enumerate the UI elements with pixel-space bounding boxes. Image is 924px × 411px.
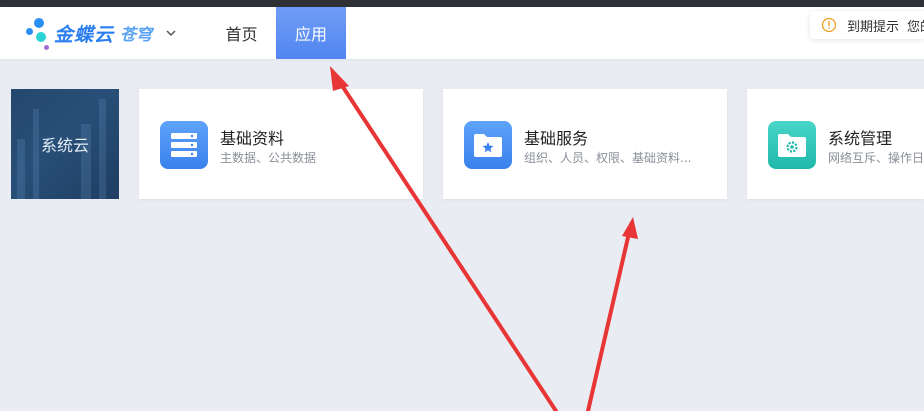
chevron-down-icon[interactable] — [164, 26, 178, 40]
folder-star-icon — [464, 121, 512, 169]
window-top-bar — [0, 0, 924, 7]
info-circle-icon — [821, 17, 837, 33]
card-title: 系统管理 — [828, 129, 893, 148]
expiry-notice[interactable]: 到期提示 您的 — [810, 11, 924, 39]
logo-text: 金蝶云 — [54, 24, 115, 46]
card-description: 组织、人员、权限、基础资料... — [524, 151, 692, 165]
arrow-to-basic-services-card — [586, 217, 638, 411]
top-nav: 首页 应用 — [207, 7, 346, 59]
server-stack-icon — [160, 121, 208, 169]
card-title: 基础服务 — [524, 129, 589, 148]
notice-text-truncated: 您的 — [907, 19, 924, 35]
notice-label: 到期提示 — [847, 19, 900, 35]
app-header: 金蝶云 苍穹 首页 应用 到期提示 您的 — [0, 7, 924, 59]
app-card-basic-data[interactable]: 基础资料 主数据、公共数据 — [139, 89, 423, 199]
tab-home[interactable]: 首页 — [207, 7, 276, 59]
system-cloud-tile[interactable]: 系统云 — [11, 89, 119, 199]
card-description: 网络互斥、操作日 — [828, 151, 924, 165]
app-card-system-management[interactable]: 系统管理 网络互斥、操作日 — [747, 89, 924, 199]
logo-mark-icon — [24, 16, 50, 50]
folder-gear-icon — [768, 121, 816, 169]
logo-subtitle: 苍穹 — [120, 27, 153, 44]
tile-label: 系统云 — [40, 136, 89, 155]
card-description: 主数据、公共数据 — [220, 151, 317, 165]
card-title: 基础资料 — [220, 129, 285, 148]
tab-apps[interactable]: 应用 — [276, 7, 346, 59]
app-card-basic-services[interactable]: 基础服务 组织、人员、权限、基础资料... — [443, 89, 727, 199]
app-logo[interactable]: 金蝶云 苍穹 — [24, 15, 178, 51]
annotation-arrows — [330, 66, 638, 411]
